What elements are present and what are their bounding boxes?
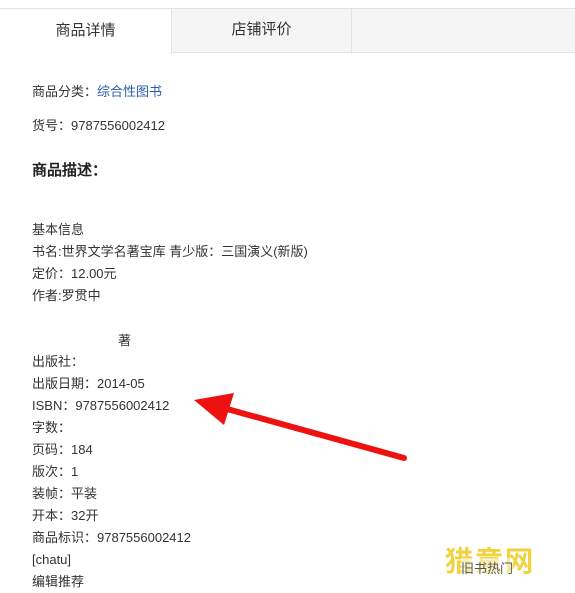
red-arrow-icon: [194, 393, 407, 461]
watermark-subtitle: 旧书热门: [461, 558, 514, 577]
watermark: 猎意网 旧书热门: [445, 540, 565, 580]
